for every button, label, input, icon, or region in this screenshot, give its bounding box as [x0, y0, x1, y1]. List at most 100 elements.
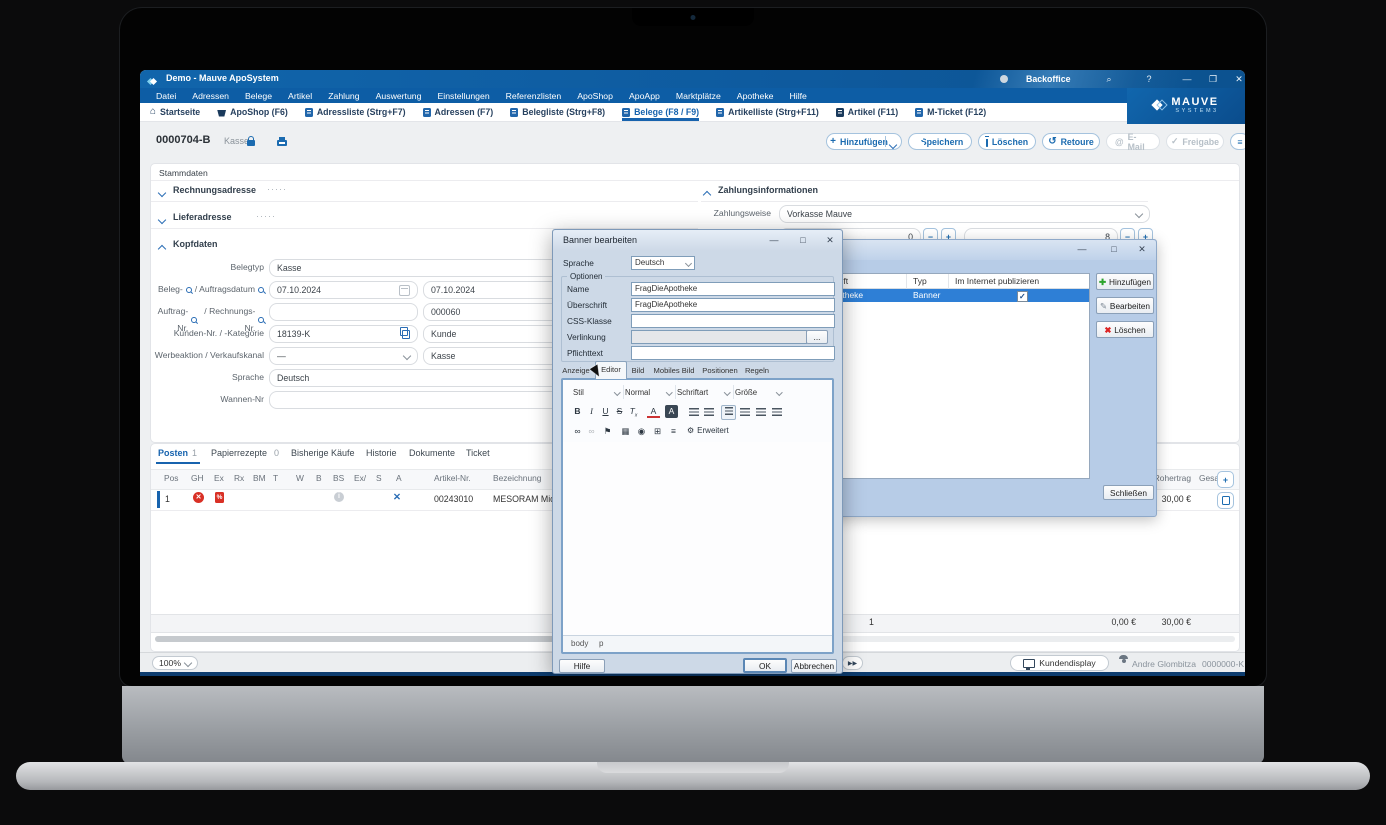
- editor-content[interactable]: [563, 442, 832, 636]
- dtab-mobiles-bild[interactable]: Mobiles Bild: [650, 364, 698, 377]
- minimize-icon[interactable]: —: [1073, 242, 1091, 257]
- kundendisplay-button[interactable]: Kundendisplay: [1010, 655, 1109, 671]
- maximize-icon[interactable]: □: [794, 233, 812, 248]
- dialog-sprache-select[interactable]: Deutsch: [631, 256, 695, 270]
- banner-edit-button[interactable]: ✎Bearbeiten: [1096, 297, 1154, 314]
- image-icon[interactable]: ▦: [619, 425, 632, 438]
- tab-papierrezepte[interactable]: Papierrezepte: [211, 448, 267, 458]
- browse-button[interactable]: ...: [806, 330, 828, 344]
- align-center-icon[interactable]: [738, 407, 751, 420]
- delete-button[interactable]: Löschen: [978, 133, 1036, 150]
- menu-hilfe[interactable]: Hilfe: [782, 91, 815, 101]
- format-dropdown[interactable]: Normal: [621, 385, 676, 399]
- anchor-flag-icon[interactable]: ⚑: [601, 425, 614, 438]
- remove-x-icon[interactable]: ✕: [393, 492, 401, 503]
- unlink-icon[interactable]: ∞: [585, 425, 598, 438]
- restore-icon[interactable]: ❐: [1204, 70, 1222, 88]
- size-dropdown[interactable]: Größe: [731, 385, 785, 399]
- tab-adressliste[interactable]: Adressliste (Strg+F7): [305, 103, 406, 121]
- menu-button[interactable]: ≡: [1230, 133, 1245, 150]
- publiziert-checkbox[interactable]: [1017, 291, 1028, 302]
- ordered-list-icon[interactable]: [687, 407, 700, 420]
- menu-artikel[interactable]: Artikel: [280, 91, 320, 101]
- search-icon[interactable]: [258, 287, 264, 293]
- tab-historie[interactable]: Historie: [366, 448, 397, 458]
- link-icon[interactable]: ∞: [571, 425, 584, 438]
- tab-aposhop[interactable]: ApoShop (F6): [217, 103, 288, 121]
- verlinkung-input[interactable]: [631, 330, 807, 344]
- search-icon[interactable]: [191, 317, 197, 323]
- retoure-button[interactable]: ↺Retoure: [1042, 133, 1100, 150]
- css-klasse-input[interactable]: [631, 314, 835, 328]
- restore-icon[interactable]: □: [1105, 242, 1123, 257]
- ok-button[interactable]: OK: [743, 658, 787, 673]
- error-icon[interactable]: ✕: [193, 492, 204, 503]
- tab-posten[interactable]: Posten: [158, 448, 188, 458]
- document-button[interactable]: [1217, 492, 1234, 509]
- tab-startseite[interactable]: ⌂Startseite: [150, 103, 200, 121]
- save-button[interactable]: Speichern: [908, 133, 972, 150]
- remove-format-icon[interactable]: Tx: [627, 405, 640, 418]
- italic-icon[interactable]: I: [585, 405, 598, 418]
- menu-belege[interactable]: Belege: [237, 91, 280, 101]
- abbrechen-button[interactable]: Abbrechen: [791, 659, 837, 673]
- section-zahlungsinformationen[interactable]: Zahlungsinformationen: [718, 185, 818, 195]
- media-icon[interactable]: ◉: [635, 425, 648, 438]
- chevron-up-icon[interactable]: [704, 190, 710, 201]
- bold-icon[interactable]: B: [571, 405, 584, 418]
- align-left-icon[interactable]: [721, 405, 736, 420]
- tab-belegliste[interactable]: Belegliste (Strg+F8): [510, 103, 605, 121]
- section-rechnungsadresse[interactable]: Rechnungsadresse: [173, 185, 256, 195]
- banner-add-button[interactable]: ✚Hinzufügen: [1096, 273, 1154, 290]
- copy-icon[interactable]: [402, 330, 410, 339]
- style-dropdown[interactable]: Stil: [569, 385, 624, 399]
- dtab-regeln[interactable]: Regeln: [742, 364, 772, 377]
- freigabe-button[interactable]: ✓Freigabe: [1166, 133, 1224, 150]
- ueberschrift-input[interactable]: FragDieApotheke: [631, 298, 835, 312]
- tab-artikel[interactable]: Artikel (F11): [836, 103, 898, 121]
- close-icon[interactable]: ✕: [1230, 70, 1245, 88]
- tab-belege[interactable]: Belege (F8 / F9): [622, 103, 699, 121]
- zahlungsweise-select[interactable]: Vorkasse Mauve: [779, 205, 1150, 223]
- zoom-select[interactable]: 100%: [152, 656, 198, 670]
- path-p[interactable]: p: [599, 639, 603, 648]
- menu-auswertung[interactable]: Auswertung: [368, 91, 430, 101]
- print-icon[interactable]: [277, 140, 287, 146]
- calendar-icon[interactable]: [399, 285, 410, 296]
- add-position-button[interactable]: +: [1217, 471, 1234, 488]
- tab-adressen[interactable]: Adressen (F7): [423, 103, 494, 121]
- banner-close-button[interactable]: Schließen: [1103, 485, 1154, 500]
- path-body[interactable]: body: [571, 639, 588, 648]
- menu-marktplaetze[interactable]: Marktplätze: [668, 91, 729, 101]
- text-color-icon[interactable]: A: [647, 405, 660, 418]
- menu-aposhop[interactable]: ApoShop: [569, 91, 621, 101]
- horizontal-rule-icon[interactable]: ≡: [667, 425, 680, 438]
- bg-color-icon[interactable]: A: [665, 405, 678, 418]
- minimize-icon[interactable]: —: [765, 233, 783, 248]
- pflichttext-input[interactable]: [631, 346, 835, 360]
- font-dropdown[interactable]: Schriftart: [673, 385, 734, 399]
- search-icon[interactable]: ⌕: [1100, 70, 1118, 88]
- table-icon[interactable]: ⊞: [651, 425, 664, 438]
- underline-icon[interactable]: U: [599, 405, 612, 418]
- unordered-list-icon[interactable]: [702, 407, 715, 420]
- name-input[interactable]: FragDieApotheke: [631, 282, 835, 296]
- tab-dokumente[interactable]: Dokumente: [409, 448, 455, 458]
- chevron-down-icon[interactable]: [159, 188, 165, 199]
- menu-referenzlisten[interactable]: Referenzlisten: [498, 91, 570, 101]
- rezept-icon[interactable]: %: [215, 492, 224, 503]
- menu-zahlung[interactable]: Zahlung: [320, 91, 367, 101]
- menu-apotheke[interactable]: Apotheke: [729, 91, 782, 101]
- menu-adressen[interactable]: Adressen: [184, 91, 237, 101]
- skip-forward-button[interactable]: ▶▶: [842, 656, 863, 670]
- chevron-down-icon[interactable]: [890, 140, 896, 150]
- erweitert-button[interactable]: ⚙Erweitert: [687, 426, 729, 435]
- dtab-bild[interactable]: Bild: [628, 364, 648, 377]
- align-right-icon[interactable]: [754, 407, 767, 420]
- menu-apoapp[interactable]: ApoApp: [621, 91, 668, 101]
- werbeaktion-select[interactable]: —: [269, 347, 418, 365]
- info-icon[interactable]: i: [334, 492, 344, 502]
- search-icon[interactable]: [186, 287, 192, 293]
- menu-einstellungen[interactable]: Einstellungen: [429, 91, 497, 101]
- minimize-icon[interactable]: —: [1178, 70, 1196, 88]
